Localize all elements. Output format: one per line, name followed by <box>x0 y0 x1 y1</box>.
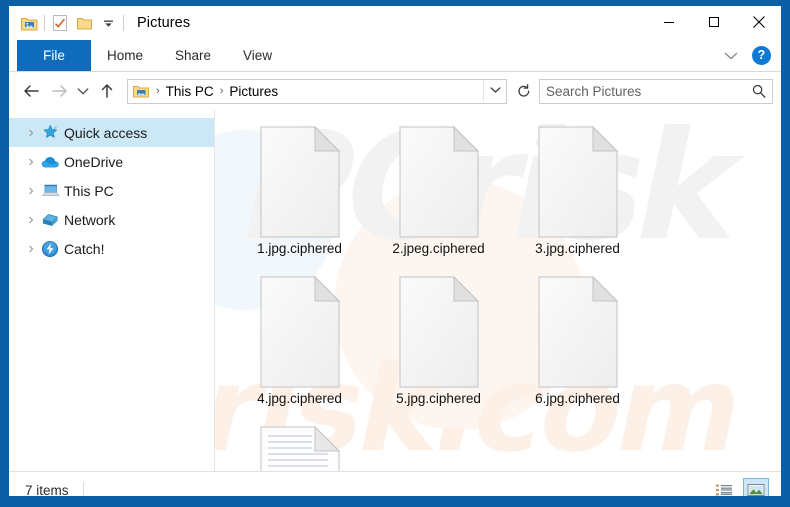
blank-file-icon <box>538 276 618 388</box>
sidebar-item-label: Catch! <box>64 240 105 257</box>
breadcrumb[interactable]: › This PC › Pictures <box>127 78 507 104</box>
ribbon-right-controls: ? <box>718 40 775 71</box>
blank-file-icon <box>538 126 618 238</box>
file-name: 4.jpg.ciphered <box>257 391 342 406</box>
toolbar-divider <box>44 15 45 31</box>
recent-locations-button[interactable] <box>73 77 93 105</box>
breadcrumb-separator-1: › <box>219 84 224 97</box>
file-item[interactable]: 1.jpg.ciphered <box>230 126 369 276</box>
toolbar-divider-2 <box>123 15 124 31</box>
customize-dropdown-icon[interactable] <box>96 11 120 35</box>
expander-icon[interactable]: › <box>23 124 39 142</box>
quick-access-toolbar <box>9 6 127 40</box>
status-bar: 7 items <box>9 471 781 497</box>
large-icons-view-button[interactable] <box>743 478 769 496</box>
view-buttons <box>711 472 769 496</box>
properties-icon[interactable] <box>48 11 72 35</box>
blank-file-icon <box>260 276 340 388</box>
chevron-down-icon[interactable] <box>718 43 744 69</box>
file-name: 1.jpg.ciphered <box>257 241 342 256</box>
cloud-icon <box>39 155 61 169</box>
text-file-icon <box>260 426 340 471</box>
up-button[interactable] <box>93 77 121 105</box>
sidebar-item-quick-access[interactable]: › Quick access <box>9 118 214 147</box>
close-button[interactable] <box>736 6 781 37</box>
caption-buttons <box>646 6 781 37</box>
blank-file-icon <box>260 126 340 238</box>
file-item[interactable]: 4.jpg.ciphered <box>230 276 369 426</box>
expander-icon[interactable]: › <box>23 182 39 200</box>
status-divider <box>82 482 84 496</box>
sidebar-item-label: This PC <box>64 182 114 199</box>
file-name: 5.jpg.ciphered <box>396 391 481 406</box>
file-item[interactable]: 5.jpg.ciphered <box>369 276 508 426</box>
sidebar-item-onedrive[interactable]: › OneDrive <box>9 147 214 176</box>
sidebar-item-label: Network <box>64 211 116 228</box>
computer-icon <box>39 183 61 198</box>
sidebar-item-label: Quick access <box>64 124 148 141</box>
new-folder-icon[interactable] <box>72 11 96 35</box>
file-item[interactable]: 6.jpg.ciphered <box>508 276 647 426</box>
file-explorer-window: Pictures File Home Share View ? › This P… <box>8 5 782 497</box>
refresh-button[interactable] <box>513 80 535 103</box>
maximize-button[interactable] <box>691 6 736 37</box>
star-icon <box>39 124 61 141</box>
tab-file[interactable]: File <box>17 40 91 71</box>
expander-icon[interactable]: › <box>23 153 39 171</box>
help-icon[interactable]: ? <box>752 46 771 65</box>
expander-icon[interactable]: › <box>23 211 39 229</box>
breadcrumb-dropdown-icon[interactable] <box>483 79 506 101</box>
breadcrumb-item-this-pc[interactable]: This PC <box>164 84 216 99</box>
sidebar-item-catch[interactable]: › Catch! <box>9 234 214 263</box>
blank-file-icon <box>399 126 479 238</box>
search-icon[interactable] <box>752 84 772 98</box>
forward-button[interactable] <box>45 77 73 105</box>
tab-home[interactable]: Home <box>91 40 159 71</box>
tab-share[interactable]: Share <box>159 40 227 71</box>
file-name: 3.jpg.ciphered <box>535 241 620 256</box>
window-title: Pictures <box>137 15 191 31</box>
details-view-button[interactable] <box>711 478 737 496</box>
file-list-pane[interactable]: PCrisk risk.com 1.jpg.ciphered 2.jpeg.ci… <box>214 110 781 471</box>
expander-icon[interactable]: › <box>23 240 39 258</box>
ribbon-tabs: File Home Share View ? <box>9 40 781 71</box>
lightning-icon <box>39 240 61 258</box>
breadcrumb-separator-0: › <box>156 84 160 97</box>
search-input[interactable]: Search Pictures <box>539 78 773 104</box>
main-area: › Quick access › OneDrive › This PC › Ne… <box>9 110 781 471</box>
back-button[interactable] <box>17 77 45 105</box>
sidebar-item-this-pc[interactable]: › This PC <box>9 176 214 205</box>
file-item[interactable]: README_DONT_DELETE.txt <box>230 426 369 471</box>
title-bar: Pictures <box>9 6 781 40</box>
file-name: 2.jpeg.ciphered <box>392 241 485 256</box>
blank-file-icon <box>399 276 479 388</box>
network-icon <box>39 212 61 228</box>
file-item[interactable]: 3.jpg.ciphered <box>508 126 647 276</box>
sidebar-item-label: OneDrive <box>64 153 124 170</box>
navigation-pane: › Quick access › OneDrive › This PC › Ne… <box>9 110 214 471</box>
search-placeholder: Search Pictures <box>546 83 642 99</box>
pictures-folder-icon[interactable] <box>17 11 41 35</box>
pictures-folder-icon-small <box>133 84 149 98</box>
file-name: 6.jpg.ciphered <box>535 391 620 406</box>
file-grid: 1.jpg.ciphered 2.jpeg.ciphered 3.jpg.cip… <box>214 110 781 471</box>
item-count: 7 items <box>25 482 69 497</box>
file-item[interactable]: 2.jpeg.ciphered <box>369 126 508 276</box>
tab-view[interactable]: View <box>227 40 288 71</box>
breadcrumb-item-pictures[interactable]: Pictures <box>227 84 280 99</box>
address-bar: › This PC › Pictures Search Pictures <box>9 72 781 110</box>
minimize-button[interactable] <box>646 6 691 37</box>
sidebar-item-network[interactable]: › Network <box>9 205 214 234</box>
